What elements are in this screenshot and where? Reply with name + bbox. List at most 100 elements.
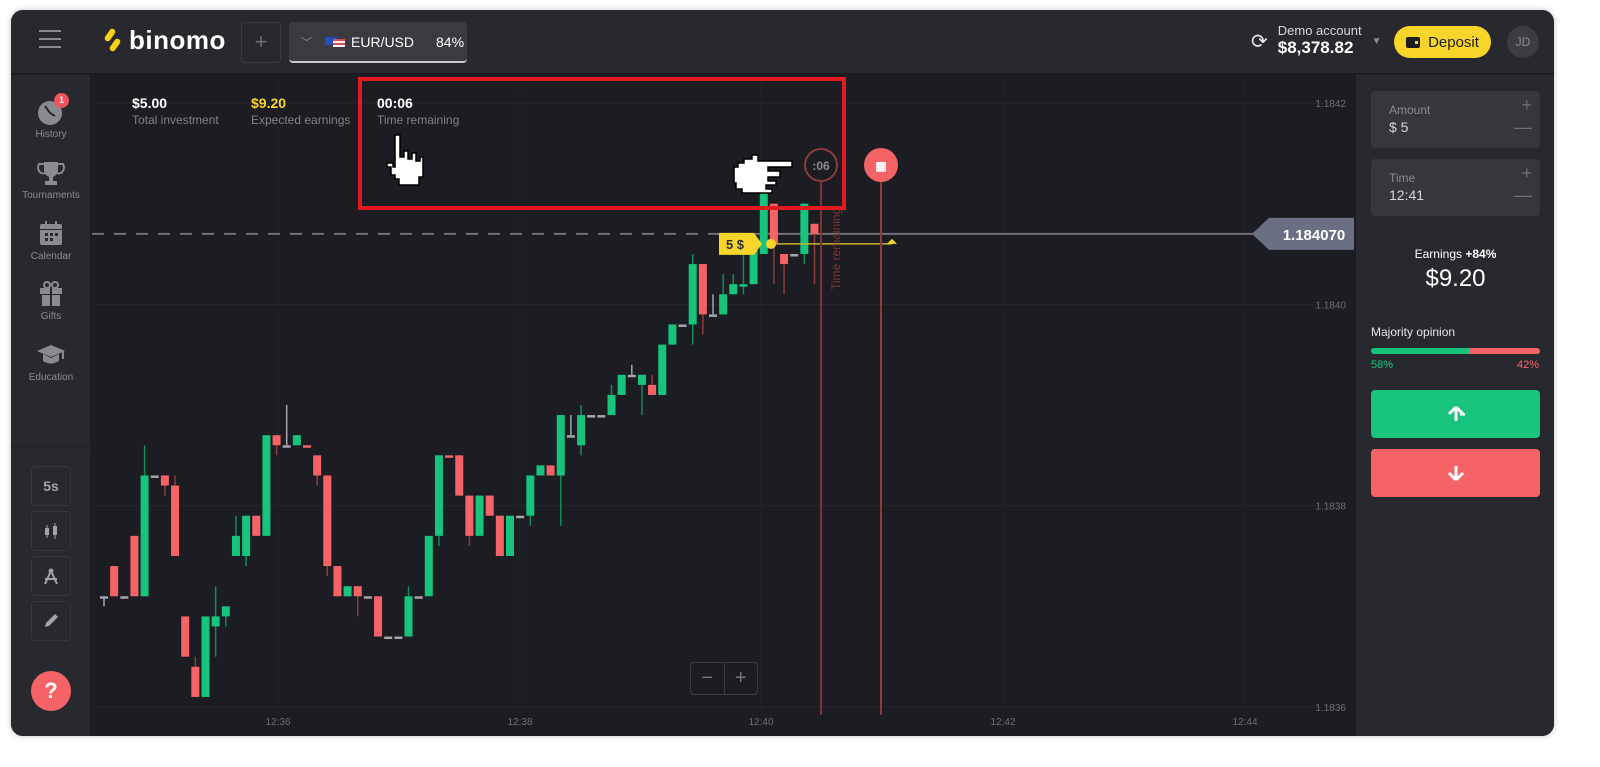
avatar[interactable]: JD <box>1507 26 1539 58</box>
time-increase-icon[interactable]: + <box>1521 163 1532 184</box>
candle-body <box>242 515 251 556</box>
candle-body <box>303 445 311 448</box>
help-button[interactable]: ? <box>31 671 71 711</box>
time-label: Time <box>1389 171 1416 185</box>
arrow-down-icon <box>1447 466 1464 482</box>
zoom-out-button[interactable]: − <box>691 663 725 694</box>
candle-body <box>739 284 748 287</box>
expected-earnings: $9.20 Expected earnings <box>251 95 350 127</box>
chart-zoom-controls: − + <box>690 662 758 695</box>
candle-body <box>556 415 565 476</box>
sidebar-item-education[interactable]: Education <box>11 340 91 383</box>
candle-body <box>719 294 728 315</box>
amount-value[interactable]: $ 5 <box>1389 119 1408 135</box>
candle-body <box>516 515 525 519</box>
trade-up-button[interactable] <box>1371 390 1540 438</box>
sidebar-item-label: Education <box>28 372 74 383</box>
sidebar-item-label: Tournaments <box>22 190 80 201</box>
total-investment-value: $5.00 <box>132 95 168 111</box>
sidebar-item-gifts[interactable]: Gifts <box>11 279 91 322</box>
time-value[interactable]: 12:41 <box>1389 187 1424 203</box>
candle-body <box>140 475 149 597</box>
account-switcher[interactable]: ⟳ Demo account $8,378.82 ▼ <box>1251 24 1382 58</box>
earnings-label: Earnings +84% <box>1356 247 1554 261</box>
candle-body <box>566 435 575 438</box>
y-tick-label: 1.1842 <box>1315 99 1346 110</box>
add-asset-button[interactable]: + <box>241 22 281 63</box>
hamburger-menu-icon[interactable] <box>39 30 61 48</box>
candle-body <box>150 475 159 478</box>
amount-label: Amount <box>1389 103 1431 117</box>
refresh-icon[interactable]: ⟳ <box>1251 29 1268 54</box>
caret-down-icon: ▼ <box>1371 35 1382 47</box>
candle-body <box>201 616 210 697</box>
asset-selector[interactable]: ﹀ EUR/USD 84% <box>289 22 467 63</box>
candle-body <box>363 596 372 599</box>
majority-up-percent: 58% <box>1371 359 1394 371</box>
candle-body <box>221 606 230 617</box>
eu-us-flag-icon <box>325 36 345 47</box>
total-investment: $5.00 Total investment <box>132 95 219 127</box>
candle-body <box>485 495 494 516</box>
deal-entry-dot <box>766 238 776 249</box>
graduation-cap-icon <box>36 340 66 370</box>
x-tick-label: 12:38 <box>507 717 532 728</box>
chart-type-button[interactable] <box>31 511 71 551</box>
top-bar: binomo + ﹀ EUR/USD 84% ⟳ Demo account $8… <box>11 10 1554 74</box>
account-balance: $8,378.82 <box>1277 38 1354 57</box>
candle-body <box>627 374 636 378</box>
sidebar-item-calendar[interactable]: Calendar <box>11 219 91 262</box>
sidebar-item-history[interactable]: 1 History <box>11 93 91 140</box>
candle-body <box>455 455 464 496</box>
trade-down-button[interactable] <box>1371 449 1540 497</box>
candle-body <box>475 495 484 536</box>
time-decrease-icon[interactable]: — <box>1514 185 1532 206</box>
candle-body <box>465 495 474 536</box>
candle-body <box>617 374 626 395</box>
history-badge: 1 <box>54 93 69 108</box>
trophy-icon <box>36 158 66 188</box>
candle-body <box>181 616 190 657</box>
x-tick-label: 12:36 <box>265 717 290 728</box>
zoom-in-button[interactable]: + <box>725 663 758 694</box>
total-investment-label: Total investment <box>132 113 219 127</box>
candle-body <box>384 636 393 640</box>
amount-decrease-icon[interactable]: — <box>1514 117 1532 138</box>
timeframe-button[interactable]: 5s <box>31 466 71 506</box>
time-field[interactable]: Time 12:41 + — <box>1371 159 1540 216</box>
drawing-tools-button[interactable] <box>31 601 71 641</box>
candle-body <box>333 566 342 597</box>
calendar-icon <box>36 219 66 249</box>
sidebar-item-label: Calendar <box>30 251 72 262</box>
candle-body <box>130 535 139 597</box>
candle-body <box>810 223 819 234</box>
hand-pointer-cursor-icon <box>386 134 424 186</box>
candle-body <box>191 666 200 697</box>
earnings-value: $9.20 <box>1425 265 1486 292</box>
majority-up-segment <box>1371 348 1470 354</box>
logo[interactable]: binomo <box>103 25 226 56</box>
indicators-button[interactable] <box>31 556 71 596</box>
price-chart[interactable]: 1.1842 1.1840 1.1838 1.1836 12:36 12:38 12:40 1… <box>92 75 1354 736</box>
candle-body <box>343 586 352 597</box>
sidebar-item-tournaments[interactable]: Tournaments <box>11 158 91 201</box>
amount-field[interactable]: Amount $ 5 + — <box>1371 91 1540 148</box>
deposit-button[interactable]: Deposit <box>1394 26 1491 58</box>
y-tick-label: 1.1838 <box>1315 502 1346 513</box>
candle-body <box>800 203 809 254</box>
finish-flag-icon: ▦ <box>875 159 886 173</box>
candle-body <box>637 374 646 385</box>
candle-body <box>648 384 657 395</box>
earnings-percent: +84% <box>1465 247 1497 261</box>
candle-body <box>160 475 169 486</box>
candle-body <box>353 586 362 597</box>
candle-body <box>110 566 119 597</box>
time-remaining-vertical-label: Time remaining <box>829 208 843 290</box>
y-tick-label: 1.1840 <box>1315 300 1346 311</box>
pencil-icon <box>45 614 58 627</box>
candle-body <box>678 324 687 327</box>
plus-icon: + <box>254 29 268 54</box>
amount-increase-icon[interactable]: + <box>1521 95 1532 116</box>
candle-body <box>272 435 281 446</box>
earnings-text: Earnings <box>1414 247 1462 261</box>
